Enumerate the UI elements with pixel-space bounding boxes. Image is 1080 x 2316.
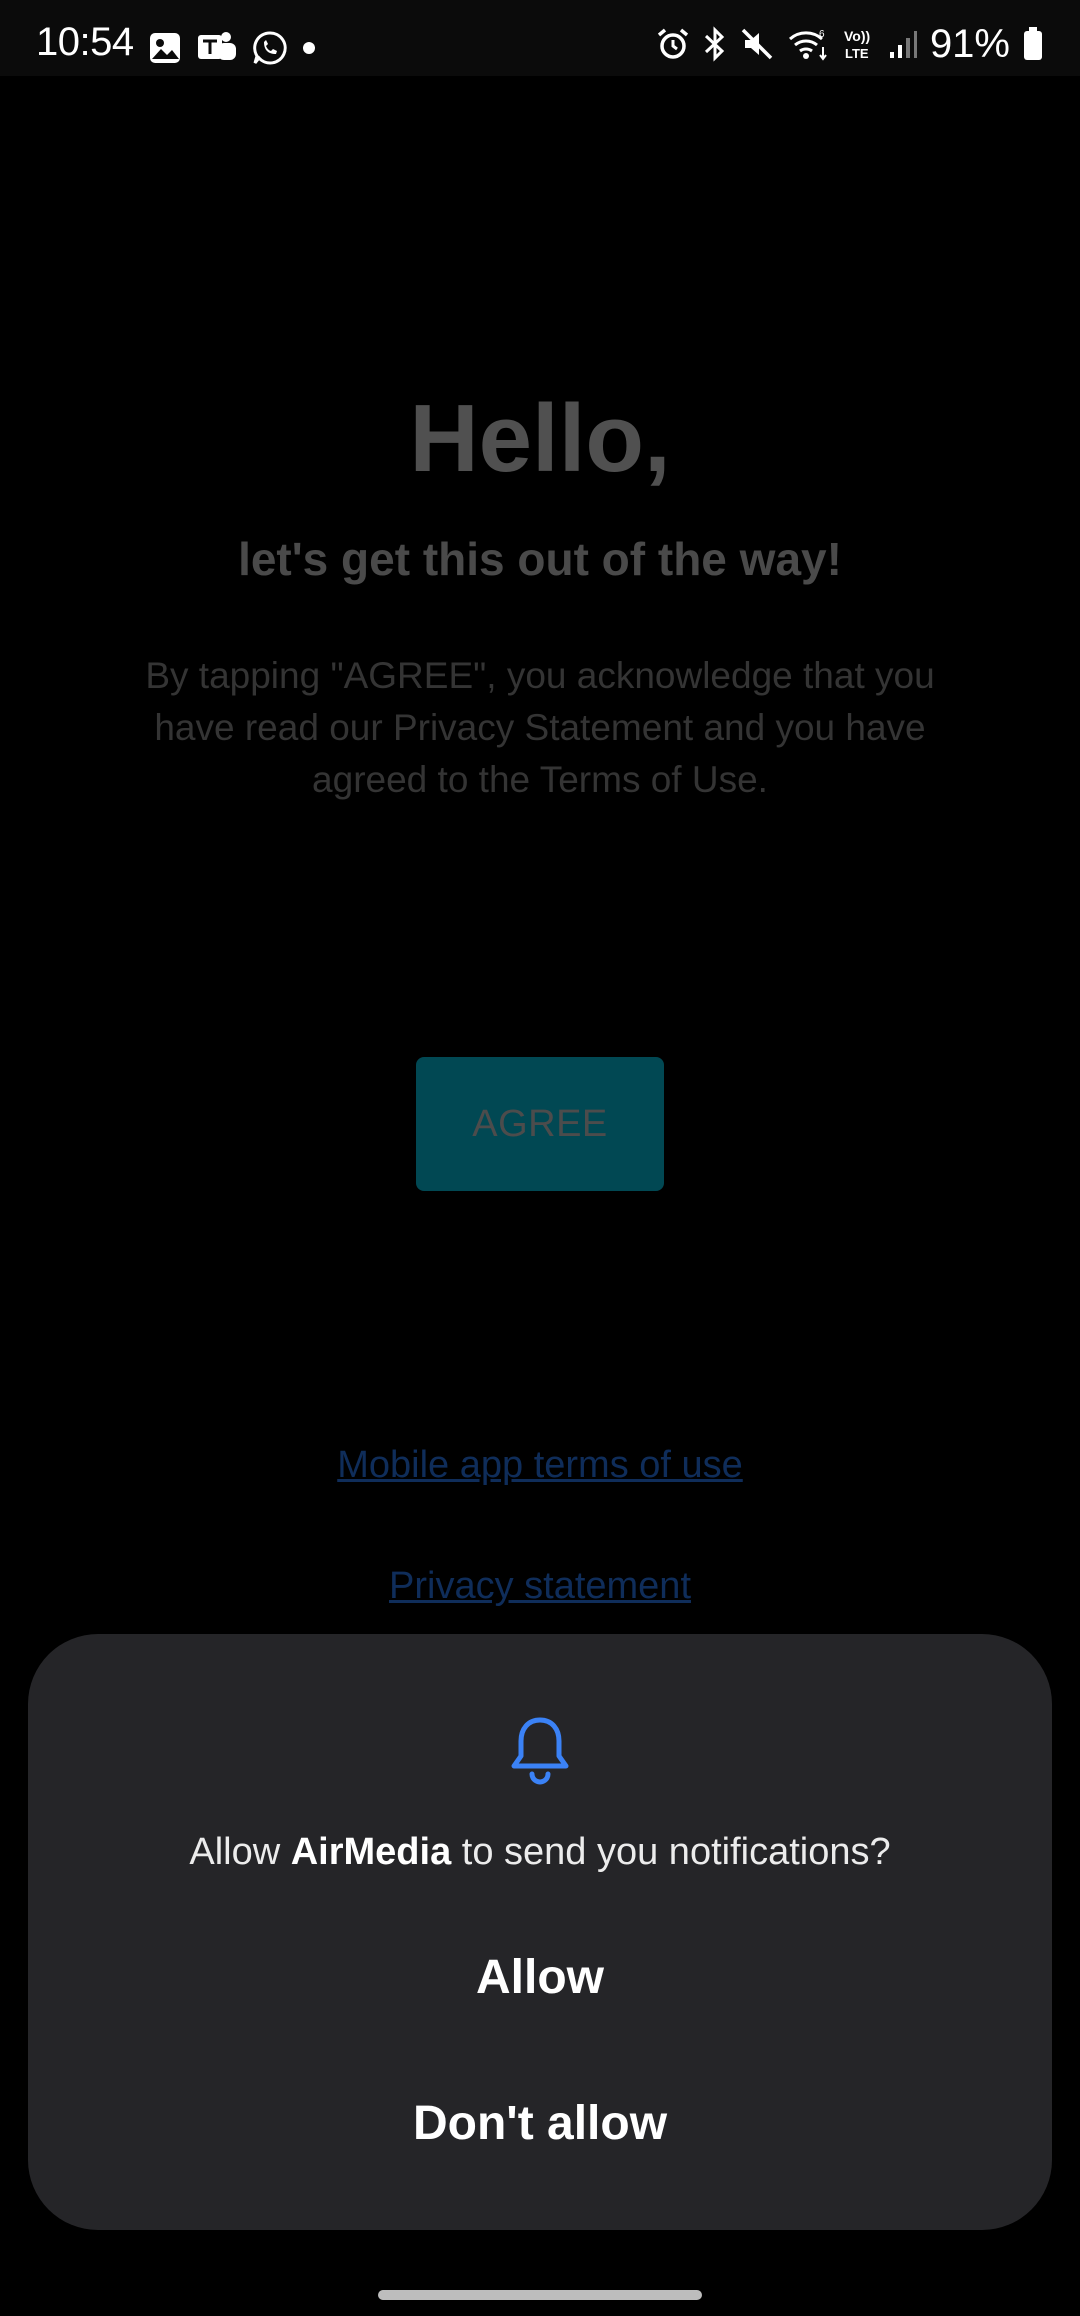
mute-icon xyxy=(740,27,774,61)
battery-percent: 91% xyxy=(929,22,1010,66)
status-time: 10:54 xyxy=(36,20,134,64)
greeting-title: Hello, xyxy=(409,385,671,492)
dialog-message: Allow AirMedia to send you notifications… xyxy=(28,1830,1052,1876)
system-icons: 6 Vo)) LTE 91% xyxy=(656,22,1044,66)
gesture-handle[interactable] xyxy=(378,2290,702,2300)
gallery-icon xyxy=(148,31,182,65)
svg-text:Vo)): Vo)) xyxy=(844,28,870,44)
dont-allow-button[interactable]: Don't allow xyxy=(28,2100,1052,2148)
alarm-icon xyxy=(656,27,690,61)
volte-icon: Vo)) LTE xyxy=(842,26,876,62)
notification-permission-dialog: Allow AirMedia to send you notifications… xyxy=(28,1634,1052,2230)
notification-icons xyxy=(148,28,316,68)
svg-text:6: 6 xyxy=(819,29,825,40)
terms-of-use-link[interactable]: Mobile app terms of use xyxy=(0,1444,1080,1487)
bell-icon xyxy=(508,1714,572,1786)
status-bar: 10:54 6 Vo)) LTE 91% xyxy=(0,0,1080,76)
svg-text:LTE: LTE xyxy=(845,46,869,61)
privacy-statement-link[interactable]: Privacy statement xyxy=(0,1565,1080,1608)
whatsapp-icon xyxy=(252,30,288,66)
dialog-message-prefix: Allow xyxy=(189,1831,291,1873)
bluetooth-icon xyxy=(702,26,728,62)
wifi-icon: 6 xyxy=(786,27,830,61)
agree-button[interactable]: AGREE xyxy=(416,1057,664,1191)
teams-icon xyxy=(196,30,238,66)
dialog-app-name: AirMedia xyxy=(290,1831,452,1873)
consent-text: By tapping "AGREE", you acknowledge that… xyxy=(145,655,935,800)
allow-button[interactable]: Allow xyxy=(28,1954,1052,2002)
greeting-subtitle: let's get this out of the way! xyxy=(238,533,842,585)
more-notifications-dot-icon xyxy=(302,41,316,55)
battery-icon xyxy=(1022,26,1044,62)
dialog-message-suffix: to send you notifications? xyxy=(451,1831,891,1873)
signal-icon xyxy=(888,28,918,60)
